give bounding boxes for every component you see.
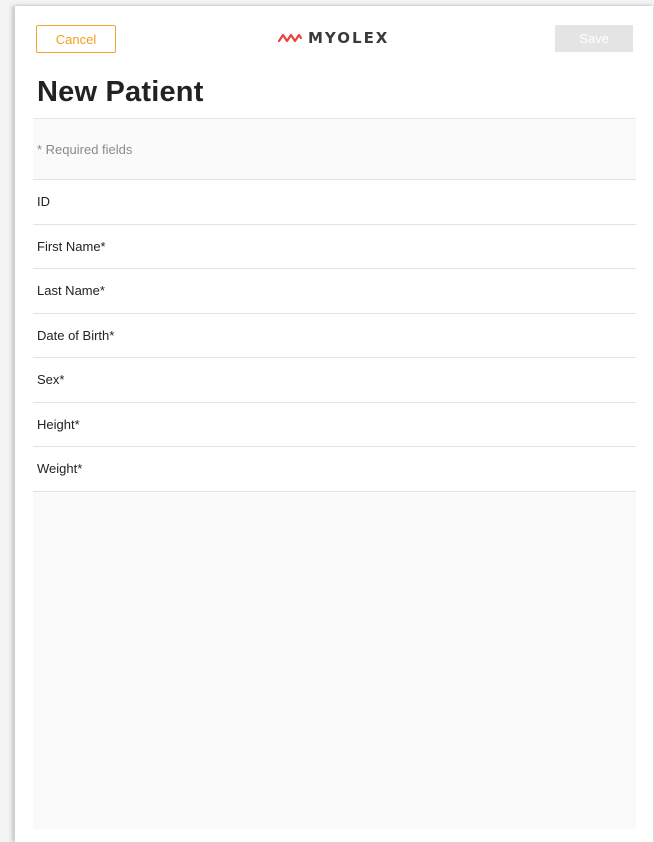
brand-name: MYOLEX — [308, 29, 390, 47]
field-label: Weight* — [37, 461, 83, 477]
field-label: ID — [37, 194, 50, 210]
page-title: New Patient — [37, 76, 204, 108]
first-name-field[interactable]: First Name* — [33, 224, 636, 269]
weight-field[interactable]: Weight* — [33, 447, 636, 492]
patient-form: * Required fields ID First Name* Last Na… — [33, 118, 636, 829]
field-label: Date of Birth* — [37, 327, 115, 343]
date-of-birth-field[interactable]: Date of Birth* — [33, 313, 636, 358]
last-name-field[interactable]: Last Name* — [33, 269, 636, 314]
field-label: First Name* — [37, 238, 106, 254]
field-label: Height* — [37, 416, 80, 432]
height-field[interactable]: Height* — [33, 402, 636, 447]
field-label: Sex* — [37, 372, 65, 388]
top-bar: Cancel MYOLEX Save — [15, 6, 653, 70]
save-button[interactable]: Save — [555, 25, 633, 52]
field-label: Last Name* — [37, 283, 105, 299]
id-field[interactable]: ID — [33, 180, 636, 225]
app-window: Cancel MYOLEX Save New Patient * Require… — [14, 6, 653, 842]
required-fields-note: * Required fields — [33, 119, 636, 180]
cancel-button[interactable]: Cancel — [36, 25, 116, 53]
brand-logo: MYOLEX — [278, 28, 389, 48]
myolex-wave-logo-icon — [278, 32, 302, 44]
sex-field[interactable]: Sex* — [33, 358, 636, 403]
